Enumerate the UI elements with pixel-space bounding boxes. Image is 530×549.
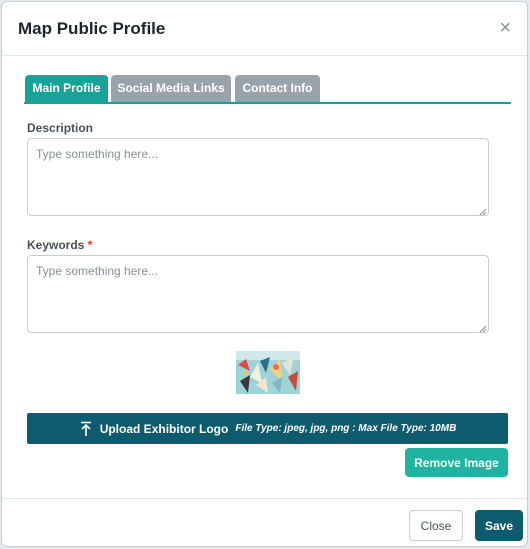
modal-footer: Close Save bbox=[2, 498, 527, 548]
tab-social-media-links[interactable]: Social Media Links bbox=[111, 75, 231, 102]
description-textarea[interactable] bbox=[27, 138, 489, 216]
keywords-textarea[interactable] bbox=[27, 255, 489, 333]
upload-file-hint: File Type: jpeg, jpg, png : Max File Typ… bbox=[235, 423, 457, 434]
required-asterisk: * bbox=[87, 238, 93, 252]
description-label-text: Description bbox=[27, 121, 94, 135]
remove-image-button[interactable]: Remove Image bbox=[405, 448, 508, 477]
upload-icon bbox=[80, 421, 91, 436]
tab-contact-info[interactable]: Contact Info bbox=[235, 75, 320, 102]
upload-logo-button[interactable]: Upload Exhibitor Logo File Type: jpeg, j… bbox=[27, 413, 508, 444]
profile-tabs: Main Profile Social Media Links Contact … bbox=[24, 75, 511, 104]
modal-title: Map Public Profile bbox=[18, 19, 166, 38]
exhibitor-logo-preview bbox=[236, 351, 300, 394]
close-button[interactable]: Close bbox=[409, 510, 463, 541]
upload-label: Upload Exhibitor Logo bbox=[99, 421, 229, 436]
modal-header: Map Public Profile × bbox=[2, 2, 527, 56]
description-label: Description bbox=[27, 121, 93, 135]
map-public-profile-modal: Map Public Profile × Main Profile Social… bbox=[1, 1, 528, 547]
tab-main-profile[interactable]: Main Profile bbox=[25, 75, 108, 102]
close-icon[interactable]: × bbox=[499, 18, 511, 38]
keywords-label-text: Keywords bbox=[27, 238, 85, 252]
save-button[interactable]: Save bbox=[475, 510, 523, 541]
keywords-label: Keywords * bbox=[27, 238, 92, 252]
